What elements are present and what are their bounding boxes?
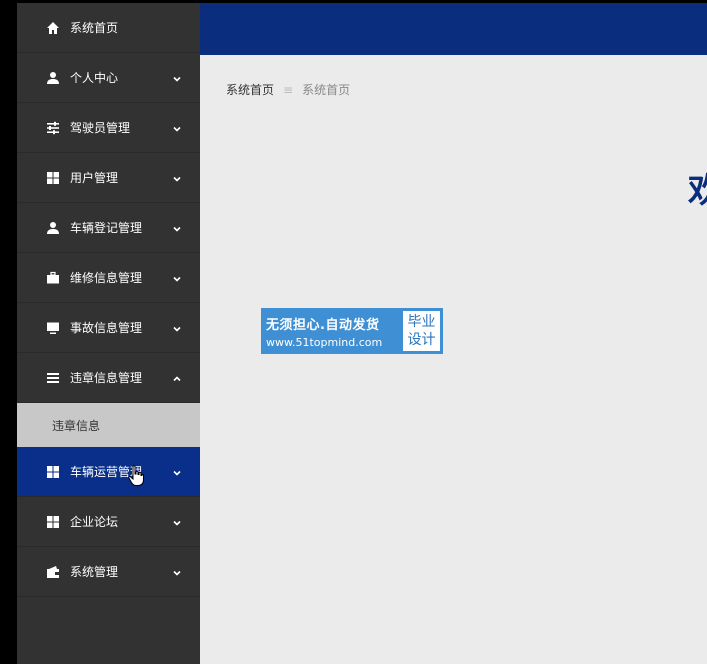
list-icon xyxy=(45,370,61,386)
watermark-banner: 无须担心.自动发货 www.51topmind.com 毕业 设计 xyxy=(261,308,443,354)
sliders-icon xyxy=(45,120,61,136)
chevron-down-icon xyxy=(172,173,182,183)
sidebar-item-label: 事故信息管理 xyxy=(70,321,143,335)
sidebar-item-label: 违章信息管理 xyxy=(70,371,143,385)
grid-icon xyxy=(45,464,61,480)
sidebar-item-label: 个人中心 xyxy=(70,71,119,85)
chevron-down-icon xyxy=(172,273,182,283)
chevron-down-icon xyxy=(172,123,182,133)
sidebar-item-personal-center[interactable]: 个人中心 xyxy=(17,53,200,103)
sidebar-item-home[interactable]: 系统首页 xyxy=(17,3,200,53)
sidebar-item-label: 系统管理 xyxy=(70,565,119,579)
user-icon xyxy=(45,220,61,236)
sidebar-item-driver-management[interactable]: 驾驶员管理 xyxy=(17,103,200,153)
watermark-badge-line2: 设计 xyxy=(407,332,436,348)
sidebar-item-forum[interactable]: 企业论坛 xyxy=(17,497,200,547)
sidebar-item-label: 企业论坛 xyxy=(70,515,119,529)
user-icon xyxy=(45,70,61,86)
sidebar-item-maintenance[interactable]: 维修信息管理 xyxy=(17,253,200,303)
sidebar-item-vehicle-operation[interactable]: 车辆运营管理 xyxy=(17,447,200,497)
wallet-icon xyxy=(45,564,61,580)
watermark-url: www.51topmind.com xyxy=(266,335,383,349)
watermark-badge: 毕业 设计 xyxy=(403,311,440,351)
main-content: 系统首页 ≡ 系统首页 欢 无须担心.自动发货 www.51topmind.co… xyxy=(200,3,707,664)
sidebar-menu: 系统首页 个人中心 驾驶员管理 用户管理 车辆登记管理 维修信息管理 事故信息管… xyxy=(17,3,200,664)
top-header-bar xyxy=(200,3,707,55)
sidebar-item-violation[interactable]: 违章信息管理 xyxy=(17,353,200,403)
sidebar-item-label: 用户管理 xyxy=(70,171,119,185)
sidebar-item-label: 维修信息管理 xyxy=(70,271,143,285)
sidebar-item-label: 驾驶员管理 xyxy=(70,121,131,135)
briefcase-icon xyxy=(45,270,61,286)
sidebar-item-system-management[interactable]: 系统管理 xyxy=(17,547,200,597)
sidebar-item-label: 系统首页 xyxy=(70,21,119,35)
watermark-text: 无须担心.自动发货 www.51topmind.com xyxy=(262,309,401,353)
sidebar-item-vehicle-registration[interactable]: 车辆登记管理 xyxy=(17,203,200,253)
watermark-badge-line1: 毕业 xyxy=(407,314,436,330)
submenu-item-label: 违章信息 xyxy=(52,418,101,433)
chevron-up-icon xyxy=(172,373,182,383)
left-edge-bar xyxy=(0,0,17,664)
sidebar-item-label: 车辆登记管理 xyxy=(70,221,143,235)
breadcrumb-separator-icon: ≡ xyxy=(283,82,294,97)
chevron-down-icon xyxy=(172,323,182,333)
chevron-down-icon xyxy=(172,73,182,83)
submenu-item-violation-info[interactable]: 违章信息 xyxy=(17,403,200,447)
chevron-down-icon xyxy=(172,467,182,477)
home-icon xyxy=(45,20,61,36)
grid-icon xyxy=(45,514,61,530)
grid-icon xyxy=(45,170,61,186)
monitor-icon xyxy=(45,320,61,336)
sidebar-item-accident[interactable]: 事故信息管理 xyxy=(17,303,200,353)
chevron-down-icon xyxy=(172,223,182,233)
hand-cursor-icon xyxy=(128,465,144,486)
welcome-heading: 欢 xyxy=(688,171,707,211)
chevron-down-icon xyxy=(172,567,182,577)
sidebar-item-user-management[interactable]: 用户管理 xyxy=(17,153,200,203)
watermark-slogan: 无须担心.自动发货 xyxy=(266,317,380,333)
breadcrumb: 系统首页 ≡ 系统首页 xyxy=(226,81,350,98)
chevron-down-icon xyxy=(172,517,182,527)
breadcrumb-current: 系统首页 xyxy=(302,83,351,97)
breadcrumb-home[interactable]: 系统首页 xyxy=(226,81,274,98)
